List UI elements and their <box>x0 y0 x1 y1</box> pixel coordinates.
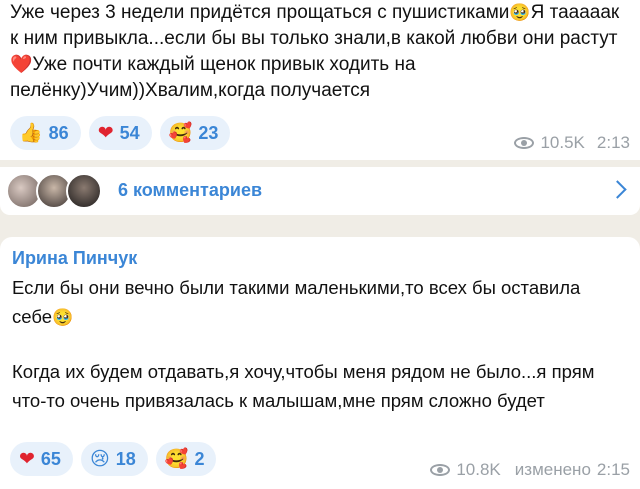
post-reactions: 👍 86 ❤ 54 🥰 23 <box>10 116 231 150</box>
comment-text: Когда их будем отдавать,я хочу,чтобы мен… <box>12 361 600 411</box>
reaction-heart[interactable]: ❤ 54 <box>88 116 152 150</box>
post-time: 2:13 <box>596 133 630 152</box>
channel-post: Уже через 3 недели придётся прощаться с … <box>0 0 640 160</box>
commenter-avatars <box>6 173 102 209</box>
post-text-part: Уже почти каждый щенок привык ходить на … <box>10 54 421 101</box>
reaction-count: 65 <box>40 448 61 469</box>
reaction-count: 86 <box>48 122 69 143</box>
comment-meta: 10.8K изменено 2:15 <box>430 460 630 480</box>
heart-icon: ❤ <box>97 121 114 144</box>
reaction-count: 18 <box>115 448 136 469</box>
post-meta: 10.5K 2:13 <box>514 133 630 153</box>
smiling-face-with-hearts-icon: 🥰 <box>164 447 189 470</box>
edited-label: изменено <box>514 460 591 479</box>
pleading-face-emoji-icon: 🥹 <box>52 308 74 328</box>
view-count: 10.5K <box>540 133 585 152</box>
reaction-crying[interactable]: 😢 18 <box>80 442 148 476</box>
comment-text-part: Если бы они вечно были такими маленькими… <box>12 277 586 327</box>
comment-time: 2:15 <box>596 460 630 479</box>
red-heart-emoji-icon: ❤️ <box>10 54 33 75</box>
reaction-smiling-hearts[interactable]: 🥰 2 <box>155 442 217 476</box>
post-text: Уже через 3 недели придётся прощаться с … <box>10 0 630 104</box>
reaction-thumbs-up[interactable]: 👍 86 <box>10 116 81 150</box>
comment-text: Если бы они вечно были такими маленькими… <box>12 273 622 333</box>
view-count: 10.8K <box>456 460 501 479</box>
post-text-part: Уже через 3 недели придётся прощаться с … <box>10 2 510 23</box>
comments-count-label: 6 комментариев <box>118 180 263 200</box>
reaction-count: 2 <box>194 448 205 469</box>
chevron-right-icon <box>608 180 627 199</box>
smiling-face-with-hearts-icon: 🥰 <box>168 121 193 144</box>
eye-icon <box>430 464 451 476</box>
avatar <box>66 173 102 209</box>
comment-reactions: ❤ 65 😢 18 🥰 2 <box>10 442 217 476</box>
eye-icon <box>514 137 535 149</box>
reaction-heart[interactable]: ❤ 65 <box>10 442 73 476</box>
pleading-face-emoji-icon: 🥹 <box>509 3 531 23</box>
comment-message: Ирина Пинчук Если бы они вечно были таки… <box>0 237 640 489</box>
thumbs-up-icon: 👍 <box>19 121 43 144</box>
reaction-count: 54 <box>119 122 140 143</box>
heart-icon: ❤ <box>19 447 35 470</box>
crying-face-icon: 😢 <box>89 447 110 470</box>
reaction-count: 23 <box>198 122 219 143</box>
comment-author[interactable]: Ирина Пинчук <box>12 248 137 269</box>
reaction-smiling-hearts[interactable]: 🥰 23 <box>159 116 231 150</box>
comments-button[interactable]: 6 комментариев <box>0 167 640 215</box>
